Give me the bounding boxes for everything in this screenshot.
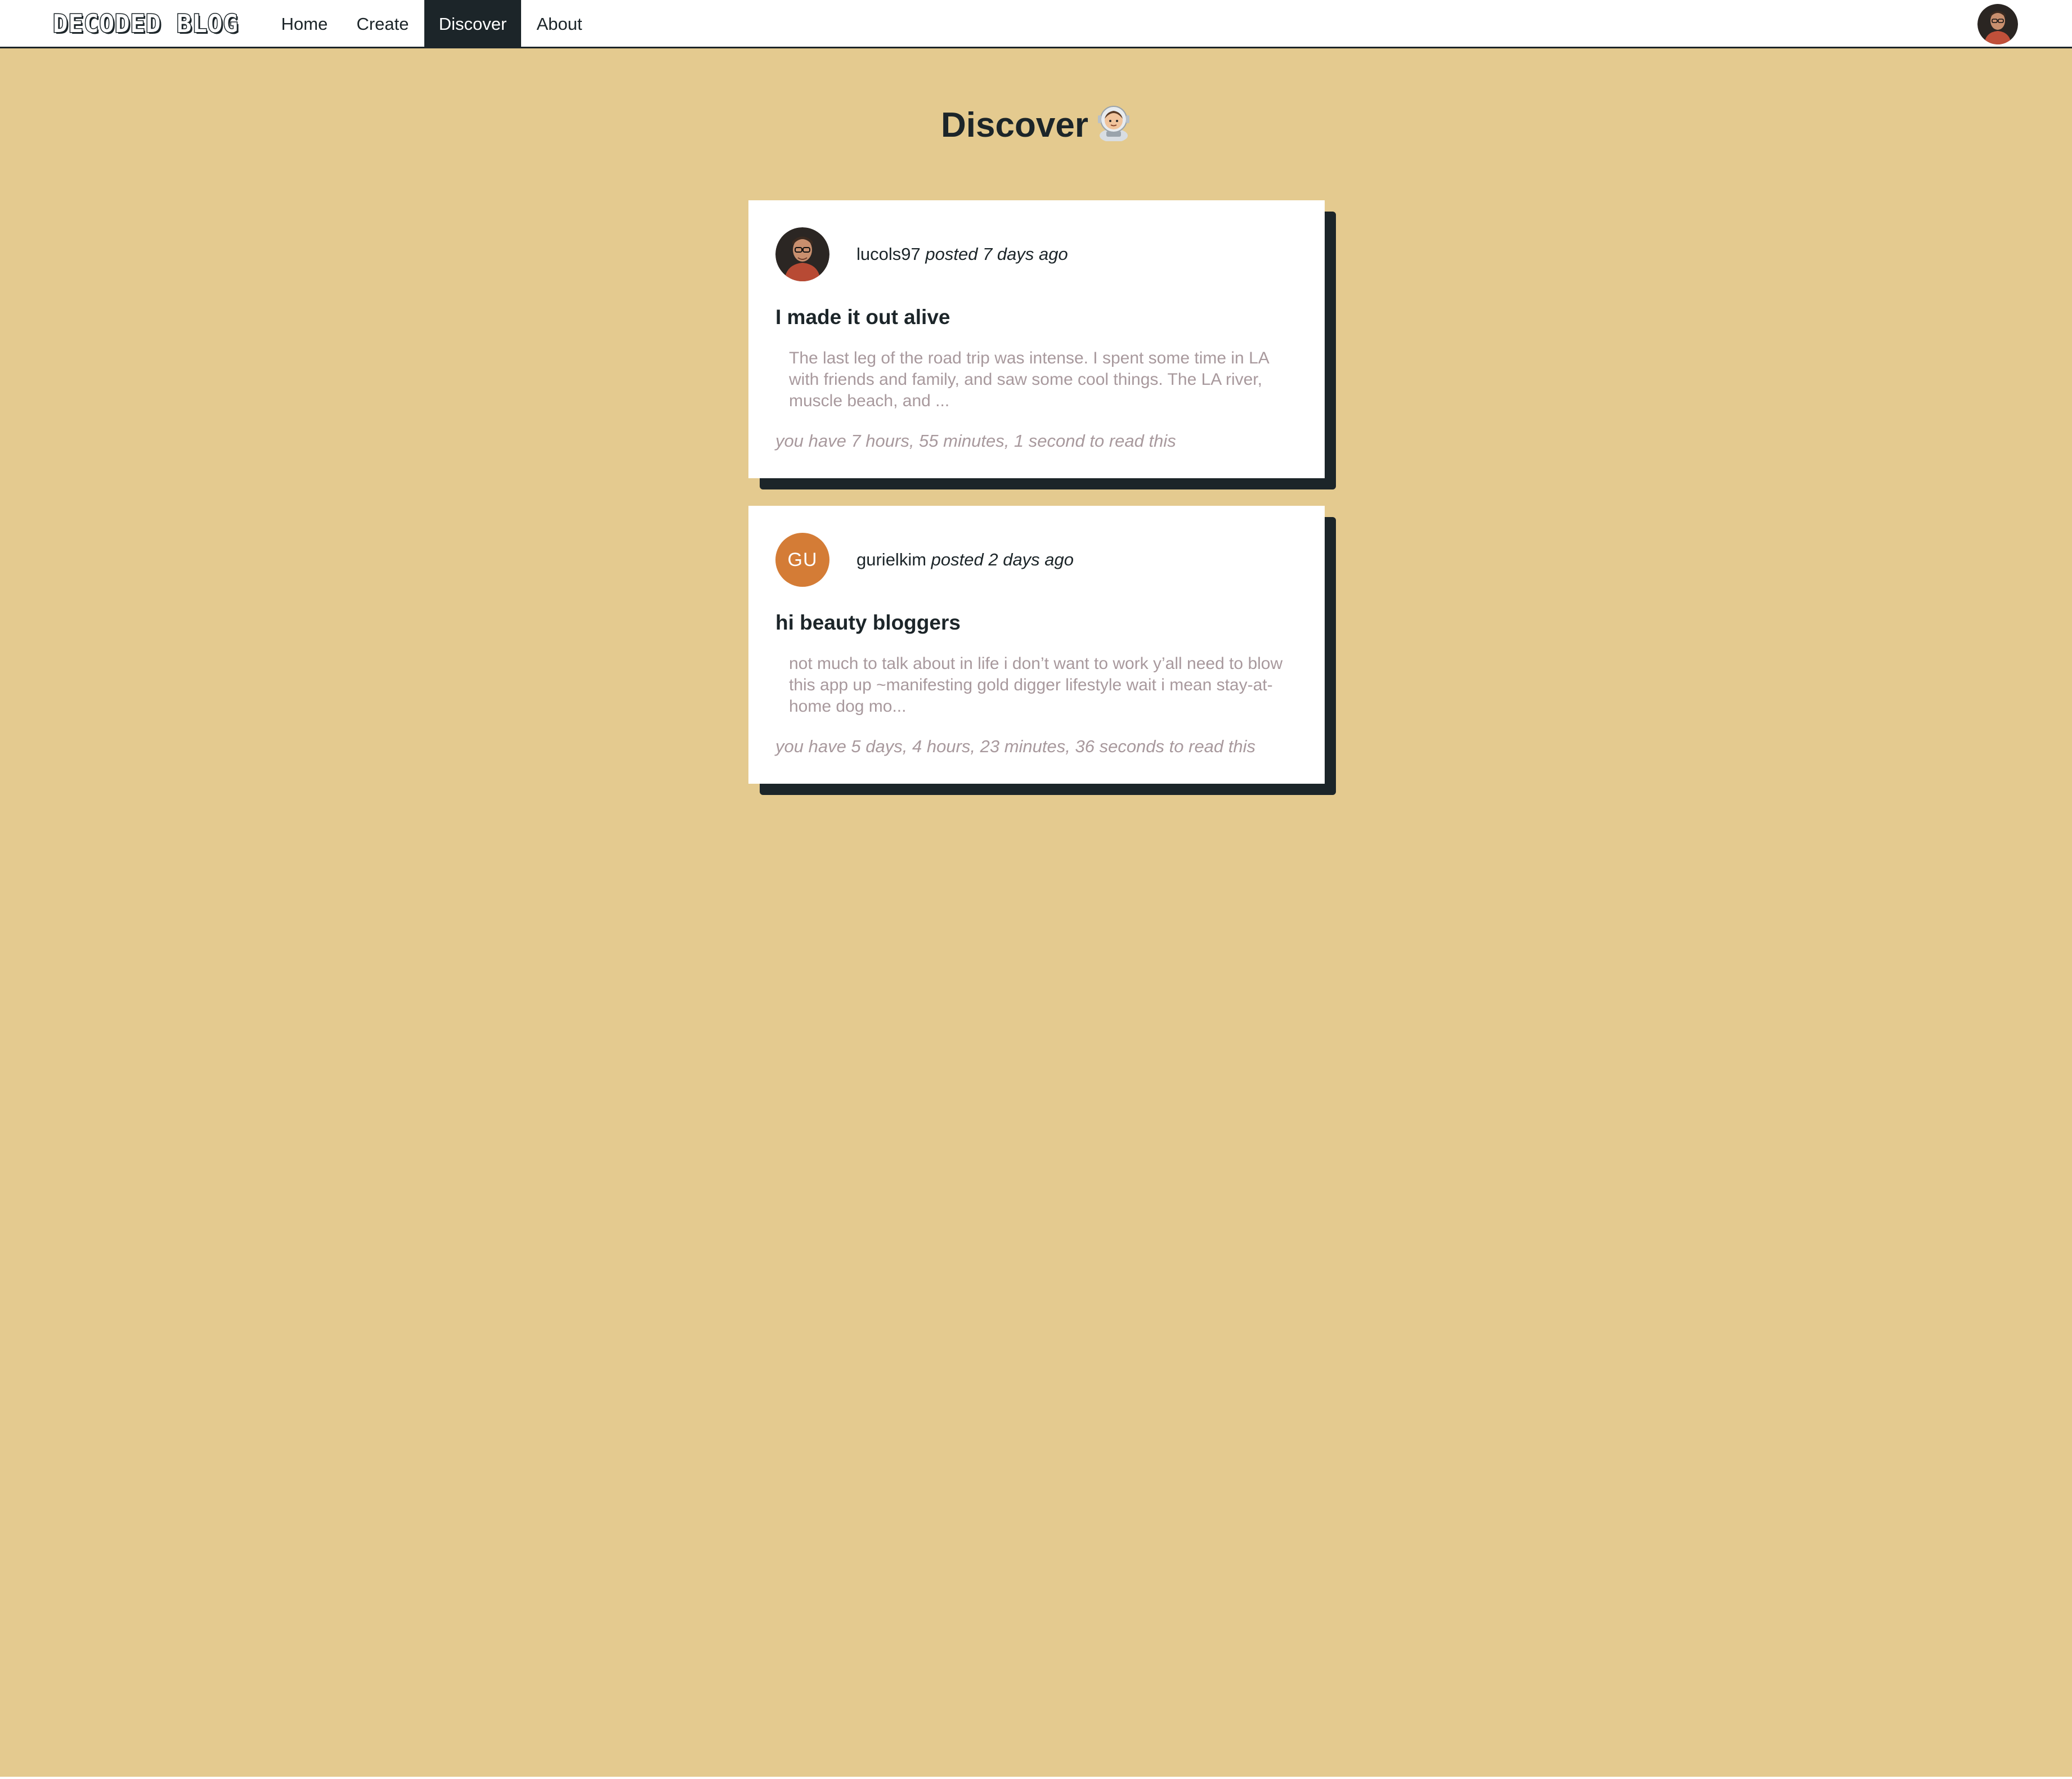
post-card[interactable]: lucols97 posted 7 days ago I made it out… [748,200,1325,478]
page-title: Discover [0,100,2072,151]
page-bottom-edge [0,1777,2072,1779]
post-excerpt: not much to talk about in life i don’t w… [789,654,1283,716]
author-avatar-icon[interactable] [775,227,829,281]
top-navbar: DECODED BLOG Home Create Discover About [0,0,2072,48]
author-name[interactable]: lucols97 [856,244,921,264]
page-title-text: Discover [941,106,1088,145]
post-read-time: you have 5 days, 4 hours, 23 minutes, 36… [775,736,1256,756]
nav-link-home[interactable]: Home [267,0,342,47]
nav-link-about[interactable]: About [521,0,598,47]
post-title[interactable]: hi beauty bloggers [775,607,961,639]
post-date: posted 2 days ago [931,550,1074,569]
astronaut-emoji-icon [1096,104,1131,142]
user-avatar-icon[interactable] [1977,4,2018,44]
nav-link-create[interactable]: Create [342,0,423,47]
post-date: posted 7 days ago [925,244,1068,264]
author-initials-avatar[interactable]: GU [775,533,829,587]
author-name[interactable]: gurielkim [856,550,926,569]
brand-logo[interactable]: DECODED BLOG [52,8,239,41]
post-excerpt: The last leg of the road trip was intens… [789,349,1269,410]
post-card[interactable]: GU gurielkim posted 2 days ago hi beauty… [748,506,1325,784]
post-title[interactable]: I made it out alive [775,302,950,333]
nav-link-discover[interactable]: Discover [424,0,521,47]
post-read-time: you have 7 hours, 55 minutes, 1 second t… [775,431,1176,451]
post-meta: lucols97 posted 7 days ago [856,241,1068,268]
post-meta: gurielkim posted 2 days ago [856,546,1074,573]
